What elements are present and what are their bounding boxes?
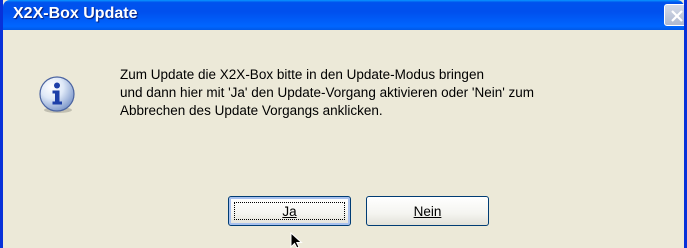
info-icon [39,76,75,113]
yes-button[interactable]: Ja [228,196,351,226]
close-button[interactable] [664,4,684,26]
message-text: Zum Update die X2X-Box bitte in den Upda… [120,66,684,120]
window-title: X2X-Box Update [13,5,138,22]
dialog-window: X2X-Box Update Zum Update die X2X-Box bi… [0,0,687,248]
no-button[interactable]: Nein [366,196,489,226]
mouse-pointer-icon [290,232,303,248]
focus-rectangle [234,202,345,220]
title-bar[interactable]: X2X-Box Update [3,0,684,30]
close-icon [671,10,683,22]
message-line: Abbrechen des Update Vorgangs anklicken. [120,103,383,118]
no-button-label: Nein [413,203,442,219]
message-line: und dann hier mit 'Ja' den Update-Vorgan… [120,85,535,100]
message-line: Zum Update die X2X-Box bitte in den Upda… [120,67,484,82]
